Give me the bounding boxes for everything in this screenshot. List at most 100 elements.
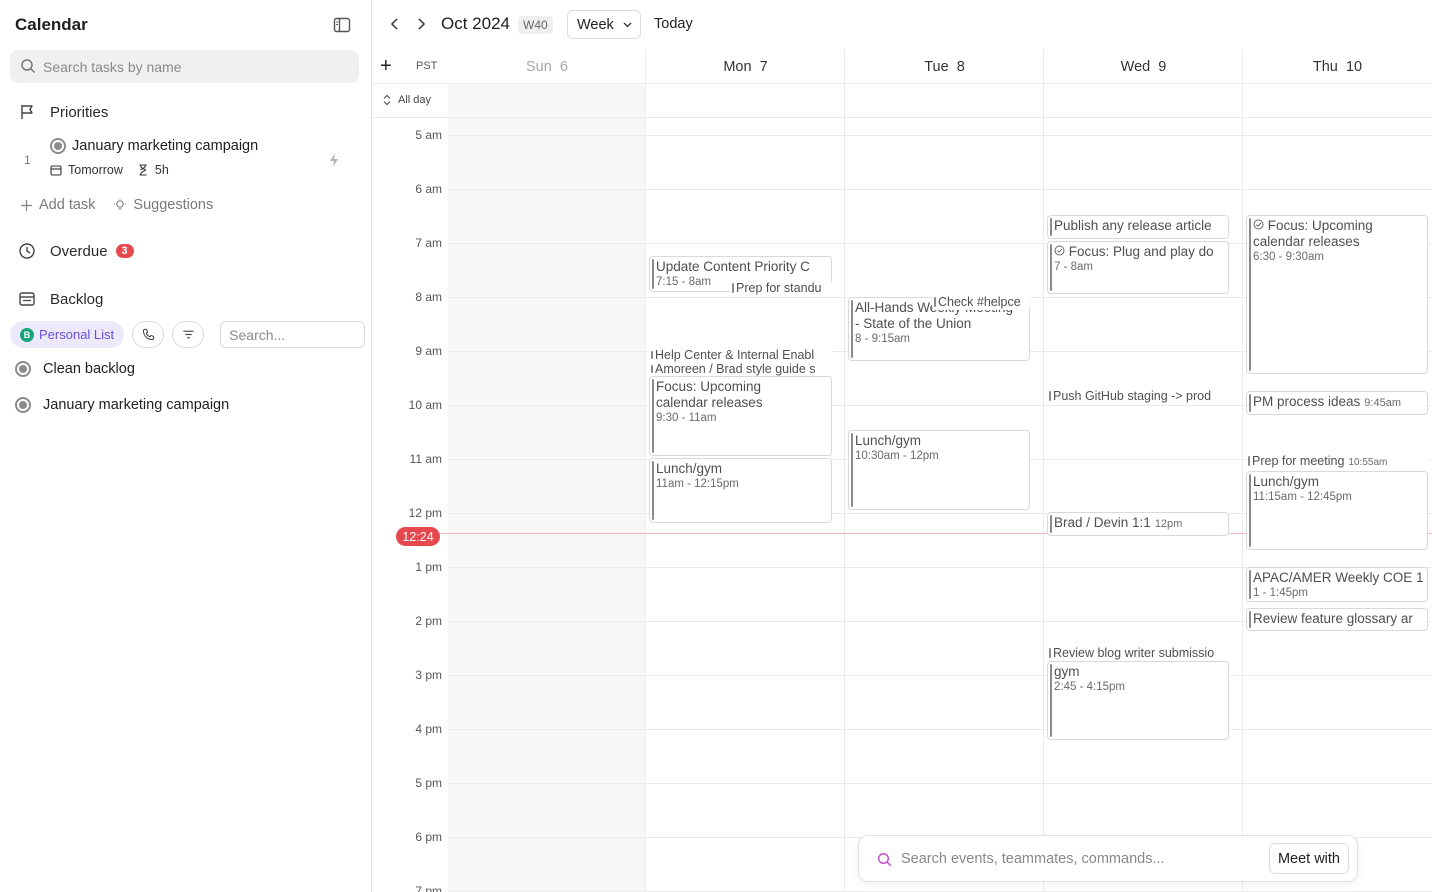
hour-gridline [448, 189, 1432, 190]
calendar-event[interactable]: Lunch/gym 11:15am - 12:45pm [1246, 471, 1428, 550]
event-title: Focus: Upcoming calendar releases [1253, 218, 1373, 249]
week-number-badge: W40 [518, 16, 553, 34]
event-time: 2:45 - 4:15pm [1054, 681, 1125, 693]
calendar-event[interactable]: Prep for meeting 10:55am [1246, 453, 1428, 469]
calendar-event[interactable]: Publish any release article [1047, 215, 1229, 239]
event-title: Update Content Priority C [656, 259, 810, 274]
calendar-event[interactable]: Review blog writer submissio [1047, 645, 1229, 661]
task-status-icon[interactable] [15, 361, 31, 377]
calendar-event[interactable]: PM process ideas 9:45am [1246, 391, 1428, 415]
task-search-input[interactable] [43, 56, 343, 77]
calendar-event[interactable]: Help Center & Internal Enabl [649, 348, 832, 362]
day-divider [844, 50, 845, 892]
event-title-row: Focus: Upcoming calendar releases [1253, 218, 1393, 250]
overdue-header[interactable]: Overdue 3 [18, 242, 134, 260]
search-icon [21, 59, 36, 74]
all-day-label: All day [398, 94, 432, 106]
current-time-pill: 12:24 [396, 527, 440, 546]
day-name: Sun [526, 58, 552, 75]
calendar-event[interactable]: Focus: Upcoming calendar releases 6:30 -… [1246, 215, 1428, 374]
calendar-event[interactable]: Lunch/gym 10:30am - 12pm [848, 430, 1030, 510]
clock-icon [19, 243, 35, 259]
day-header-mon[interactable]: Mon 7 [646, 50, 845, 84]
priority-task-duration: 5h [154, 163, 169, 177]
hour-gridline [448, 675, 1432, 676]
calendar-event[interactable]: Focus: Plug and play do 7 - 8am [1047, 241, 1229, 294]
calendar-event[interactable]: gym 2:45 - 4:15pm [1047, 661, 1229, 740]
command-search-input[interactable] [901, 849, 1241, 869]
add-task-label: Add task [39, 197, 96, 213]
event-title: Publish any release article [1054, 218, 1212, 233]
event-title: Lunch/gym [656, 461, 723, 476]
backlog-header[interactable]: Backlog [18, 290, 103, 308]
chevron-left-icon[interactable] [387, 16, 403, 32]
calendar-event[interactable]: APAC/AMER Weekly COE 1 1 - 1:45pm [1246, 567, 1428, 602]
sidebar-collapse-icon[interactable] [333, 17, 351, 33]
priority-task[interactable]: January marketing campaign Tomorrow 5h [50, 138, 350, 177]
hour-label: 5 am [415, 128, 442, 142]
calendar-event[interactable]: Review feature glossary ar [1246, 608, 1428, 631]
backlog-search-input[interactable] [220, 321, 366, 348]
event-title: Review blog writer submissio [1053, 646, 1215, 660]
event-time: 7 - 8am [1054, 261, 1093, 273]
personal-list-chip[interactable]: B Personal List [10, 321, 125, 348]
hour-label: 3 pm [415, 668, 442, 682]
event-title: Focus: Upcoming calendar releases [656, 379, 763, 410]
event-title: APAC/AMER Weekly COE 1 [1253, 570, 1423, 585]
lightning-icon[interactable] [327, 152, 341, 168]
event-title: Lunch/gym [1253, 474, 1320, 489]
suggestions-label: Suggestions [133, 197, 214, 213]
hour-label: 9 am [415, 344, 442, 358]
backlog-item[interactable]: January marketing campaign [15, 397, 229, 413]
backlog-item-title: Clean backlog [43, 361, 135, 377]
timezone-label: PST [416, 60, 438, 72]
add-event-plus-icon[interactable]: + [380, 56, 396, 76]
suggestions-button[interactable]: Suggestions [113, 197, 213, 213]
calendar-event[interactable]: Push GitHub staging -> prod [1047, 388, 1229, 404]
calendar-event[interactable]: Focus: Upcoming calendar releases 9:30 -… [649, 376, 832, 456]
today-button[interactable]: Today [654, 16, 693, 32]
backlog-item[interactable]: Clean backlog [15, 361, 135, 377]
event-time: 11:15am - 12:45pm [1253, 491, 1352, 503]
day-header-wed[interactable]: Wed 9 [1044, 50, 1243, 84]
calendar-event[interactable]: Amoreen / Brad style guide s [649, 362, 832, 376]
hour-label: 11 am [409, 452, 442, 466]
backlog-icon [19, 292, 35, 306]
event-time: 9:45am [1364, 397, 1401, 409]
task-status-icon[interactable] [50, 138, 66, 154]
day-header-sun[interactable]: Sun 6 [448, 50, 646, 84]
phone-filter-button[interactable] [132, 321, 165, 348]
calendar-event[interactable]: Check #helpce [932, 294, 1030, 310]
event-title: gym [1054, 664, 1080, 679]
priorities-header[interactable]: Priorities [18, 103, 108, 121]
day-header-tue[interactable]: Tue 8 [845, 50, 1044, 84]
chevron-right-icon[interactable] [413, 16, 429, 32]
plus-icon [21, 199, 32, 211]
calendar-event[interactable]: Brad / Devin 1:1 12pm [1047, 512, 1229, 536]
view-selector[interactable]: Week [567, 10, 641, 39]
week-grid: + PST Sun 6 Mon 7 Tue 8 Wed 9 Thu 10 All… [372, 50, 1432, 892]
task-status-icon[interactable] [15, 397, 31, 413]
day-divider [1242, 50, 1243, 892]
command-bar: Meet with [858, 835, 1358, 882]
day-divider [645, 50, 646, 892]
event-title: Prep for meeting [1252, 454, 1345, 468]
day-number: 6 [559, 58, 568, 75]
event-title: Review feature glossary ar [1253, 611, 1413, 626]
hour-label: 5 pm [415, 776, 442, 790]
event-title: Help Center & Internal Enabl [655, 348, 815, 362]
add-task-button[interactable]: Add task [20, 197, 95, 213]
calendar-event[interactable]: Prep for standu [730, 280, 832, 296]
all-day-row-label[interactable]: All day [382, 94, 431, 106]
meet-with-button[interactable]: Meet with [1268, 843, 1349, 874]
event-title-row: Focus: Plug and play do [1054, 244, 1224, 260]
calendar-event[interactable]: Lunch/gym 11am - 12:15pm [649, 458, 832, 523]
filter-button[interactable] [172, 321, 205, 348]
event-time: 12pm [1154, 518, 1183, 530]
event-time: 9:30 - 11am [656, 412, 717, 424]
day-name: Tue [924, 58, 949, 75]
day-header-thu[interactable]: Thu 10 [1243, 50, 1432, 84]
search-icon [877, 852, 892, 867]
hour-gridline [448, 135, 1432, 136]
event-time: 10:30am - 12pm [855, 450, 939, 462]
